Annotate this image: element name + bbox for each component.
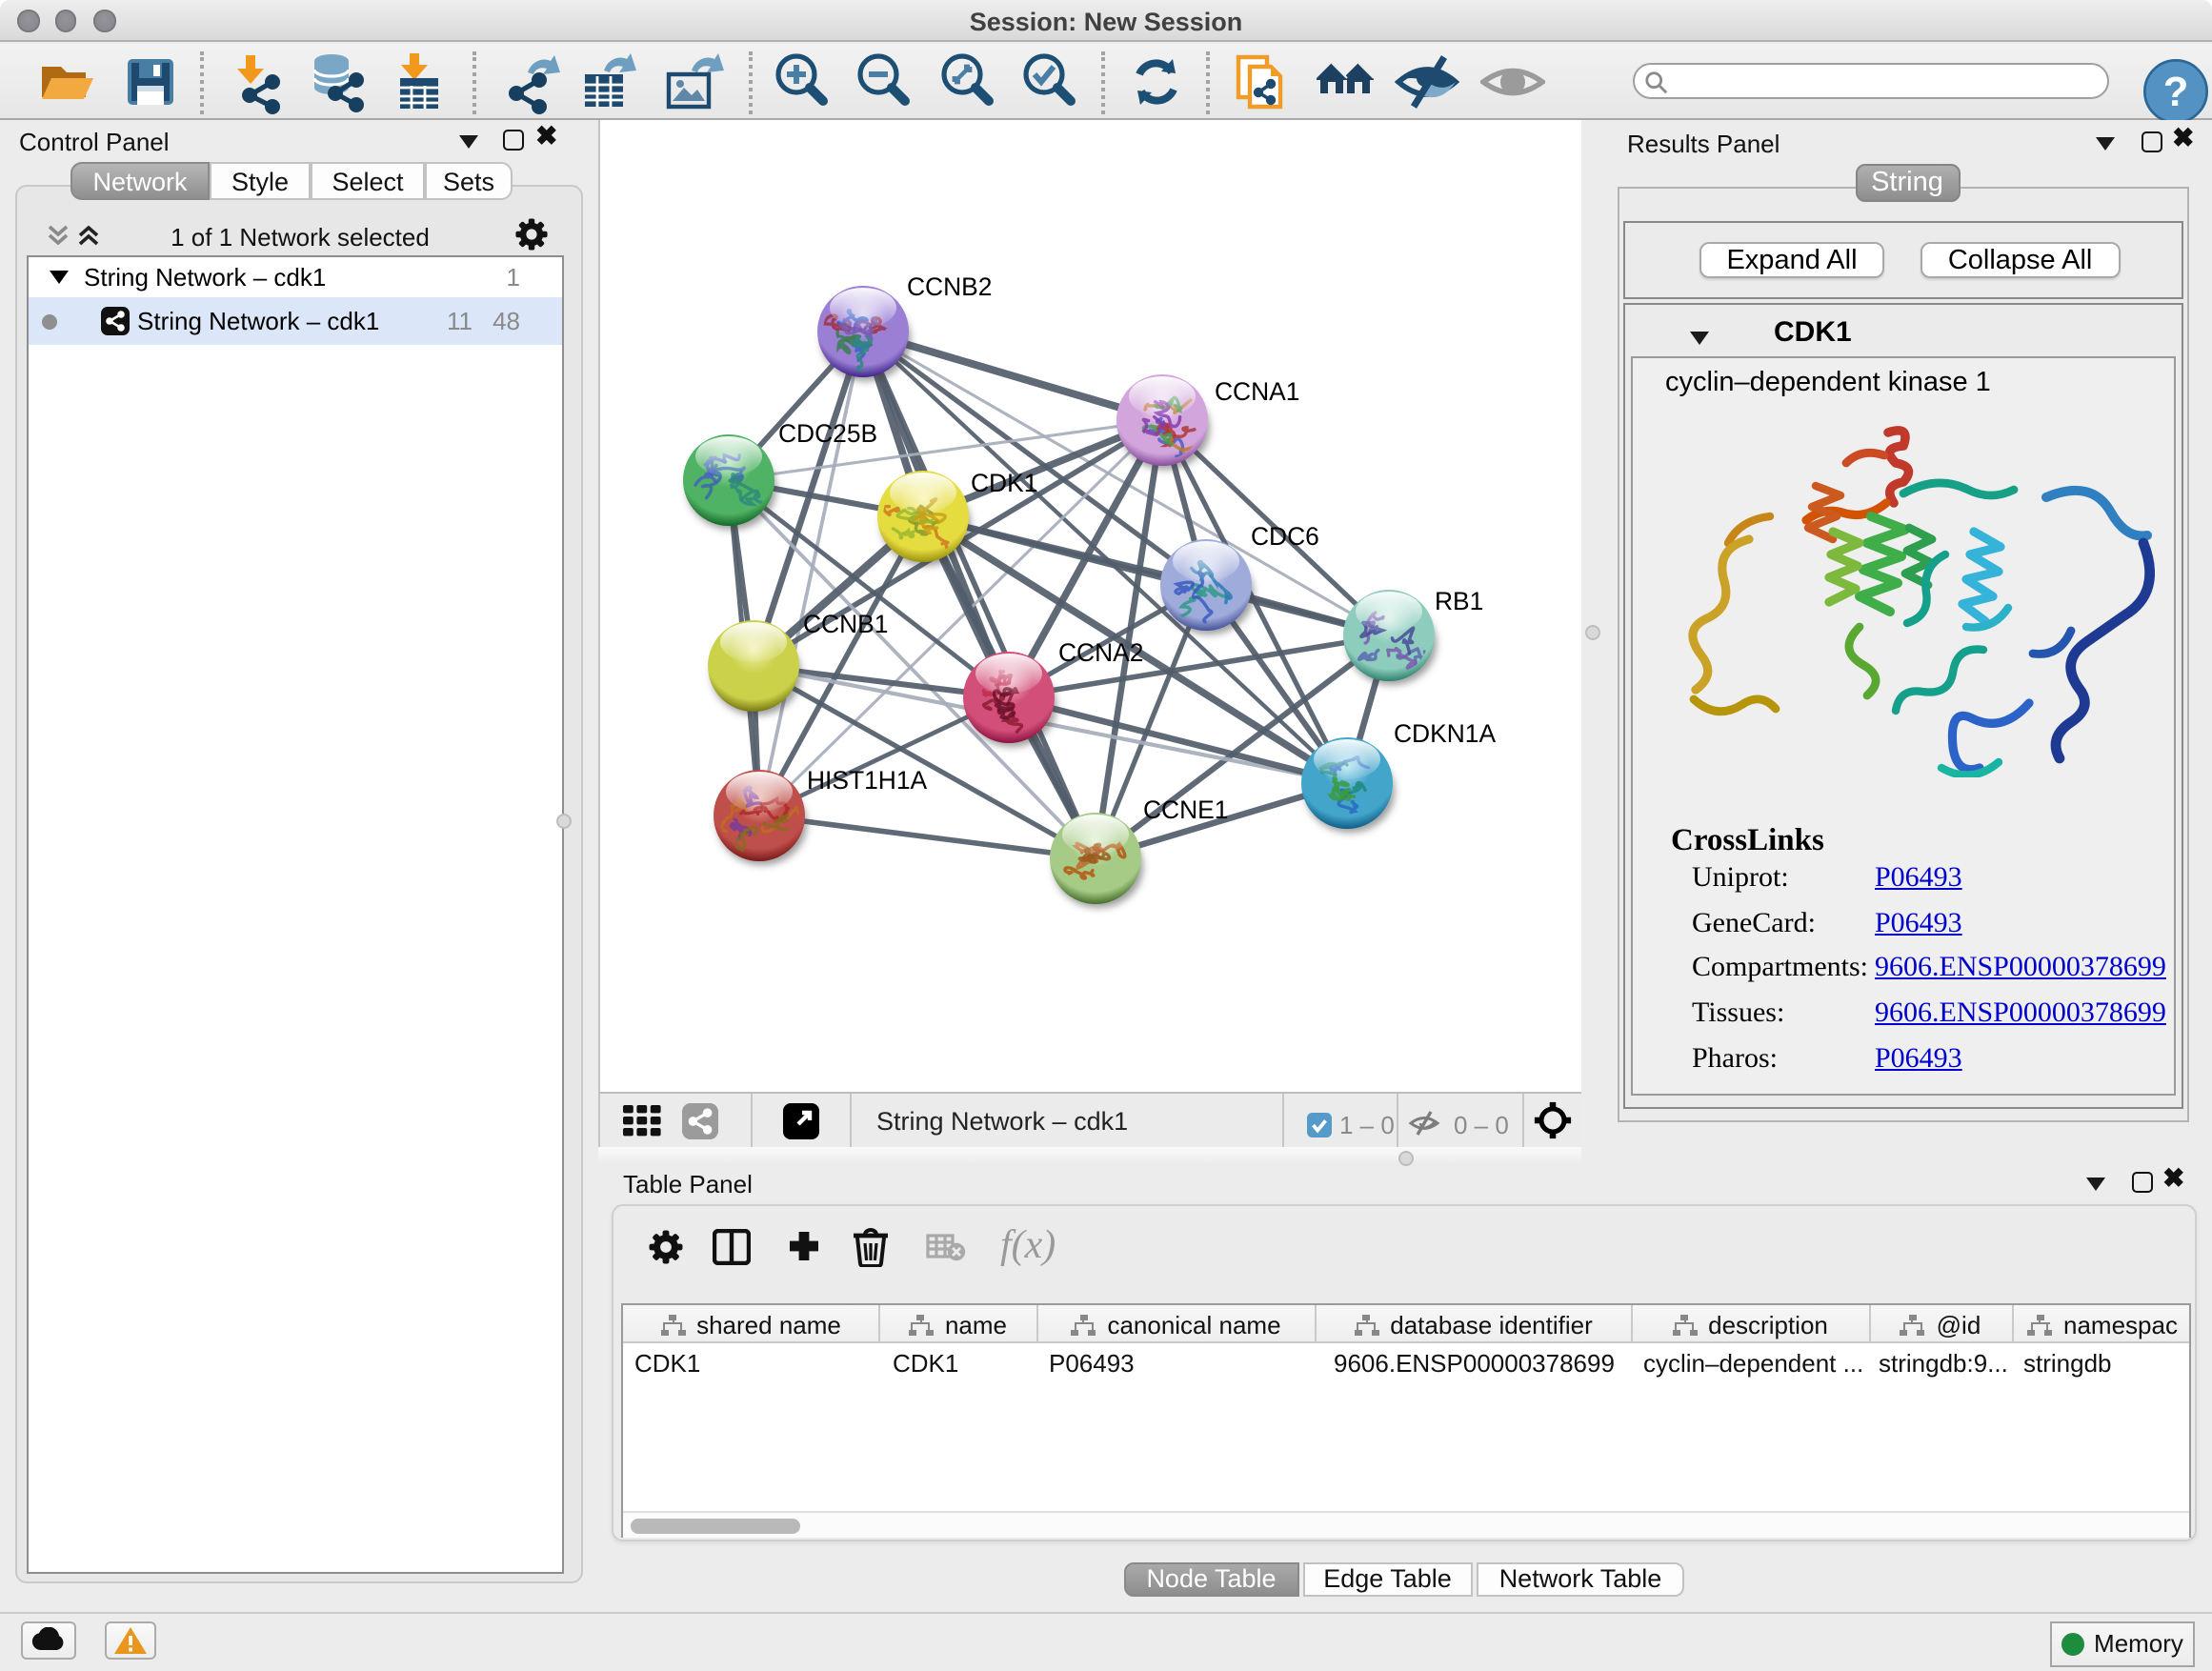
svg-text:CCNB2: CCNB2: [907, 272, 992, 301]
svg-text:CDC25B: CDC25B: [778, 419, 877, 448]
svg-text:CCNA2: CCNA2: [1058, 638, 1143, 667]
svg-text:CDC6: CDC6: [1251, 522, 1319, 551]
svg-text:CCNE1: CCNE1: [1143, 795, 1228, 824]
svg-text:RB1: RB1: [1435, 587, 1483, 615]
svg-text:CCNA1: CCNA1: [1215, 377, 1299, 406]
svg-text:CDK1: CDK1: [971, 469, 1037, 497]
svg-text:HIST1H1A: HIST1H1A: [807, 766, 928, 795]
svg-text:CCNB1: CCNB1: [803, 610, 888, 638]
svg-text:CDKN1A: CDKN1A: [1394, 719, 1496, 748]
svg-text:?: ?: [2163, 70, 2189, 115]
